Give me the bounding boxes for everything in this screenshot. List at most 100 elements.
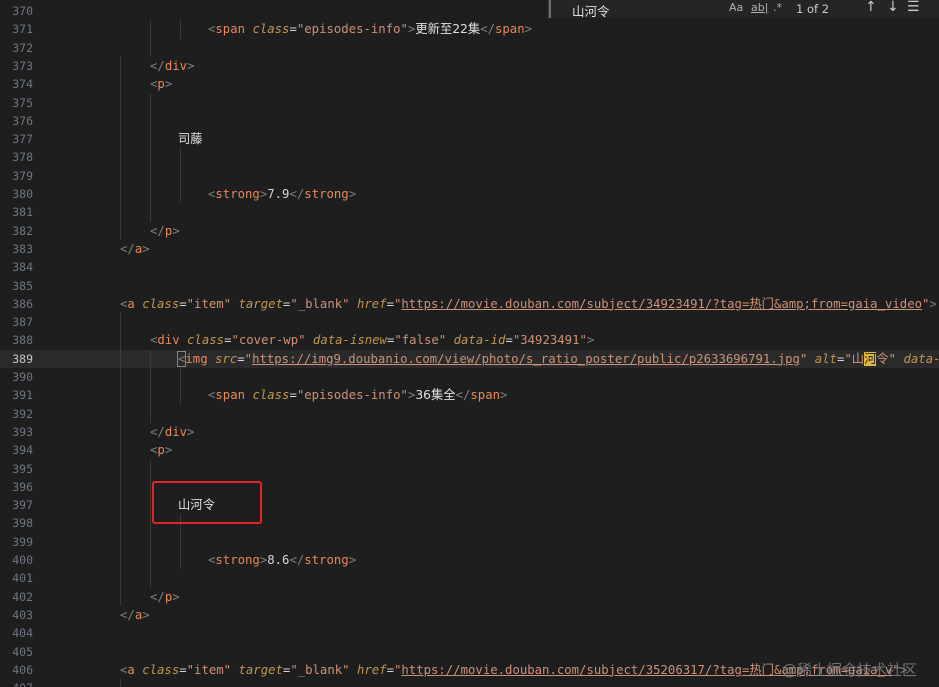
indent-guide xyxy=(150,532,151,551)
line-number[interactable]: 380 xyxy=(0,185,33,203)
line-number[interactable]: 378 xyxy=(0,148,33,166)
code-token: "山 xyxy=(844,351,865,366)
arrow-down-icon[interactable]: ↓ xyxy=(887,0,899,15)
code-line[interactable]: 383 </a> xyxy=(0,240,939,258)
code-line[interactable]: 381 xyxy=(0,203,939,222)
code-line[interactable]: 404 xyxy=(0,624,939,642)
line-number[interactable]: 397 xyxy=(0,496,33,514)
code-text: </div> xyxy=(150,423,194,441)
line-number[interactable]: 377 xyxy=(0,130,33,148)
code-line[interactable]: 398 xyxy=(0,514,939,533)
code-token: span xyxy=(215,22,246,37)
find-input[interactable]: 山河令 xyxy=(572,1,610,20)
line-number[interactable]: 405 xyxy=(0,643,33,661)
code-line[interactable]: 395 xyxy=(0,459,939,478)
code-line[interactable]: 399 xyxy=(0,532,939,551)
line-number[interactable]: 379 xyxy=(0,167,33,185)
line-number[interactable]: 383 xyxy=(0,240,33,258)
code-line[interactable]: 387 xyxy=(0,313,939,332)
code-token: = xyxy=(179,662,187,677)
code-line[interactable]: 402 </p> xyxy=(0,587,939,606)
code-line[interactable]: 378 xyxy=(0,148,939,167)
line-number[interactable]: 381 xyxy=(0,203,33,221)
line-number[interactable]: 398 xyxy=(0,514,33,532)
line-number[interactable]: 370 xyxy=(0,2,33,20)
line-number[interactable]: 388 xyxy=(0,331,33,349)
line-number[interactable]: 375 xyxy=(0,94,33,112)
code-token: strong xyxy=(215,187,260,201)
line-number[interactable]: 384 xyxy=(0,258,33,276)
line-number[interactable]: 403 xyxy=(0,606,33,624)
line-number[interactable]: 391 xyxy=(0,386,33,404)
indent-guide xyxy=(120,551,121,570)
line-number[interactable]: 394 xyxy=(0,441,33,459)
line-number[interactable]: 376 xyxy=(0,112,33,130)
indent-guide xyxy=(120,422,121,442)
code-token: href xyxy=(356,296,387,311)
line-number[interactable]: 385 xyxy=(0,277,33,295)
code-line[interactable]: 376 xyxy=(0,111,939,131)
line-number[interactable]: 406 xyxy=(0,661,33,679)
code-editor[interactable]: 370 371 <span class="episodes-info">更新至22集… xyxy=(0,0,939,687)
code-line[interactable]: 374 <p> xyxy=(0,75,939,94)
line-number[interactable]: 395 xyxy=(0,460,33,478)
match-case-toggle[interactable]: Aa xyxy=(729,1,743,14)
code-line[interactable]: 377 司藤 xyxy=(0,130,939,149)
line-number[interactable]: 390 xyxy=(0,368,33,386)
line-number[interactable]: 392 xyxy=(0,405,33,423)
line-number[interactable]: 407 xyxy=(0,679,33,687)
code-line[interactable]: 389 <img src="https://img9.doubanio.com/v… xyxy=(0,349,939,368)
indent-guide xyxy=(150,148,151,167)
line-number[interactable]: 389 xyxy=(0,350,33,368)
line-number[interactable]: 401 xyxy=(0,569,33,587)
code-token: " xyxy=(244,351,253,366)
whole-word-toggle[interactable]: ab| xyxy=(751,1,768,14)
code-line[interactable]: 384 xyxy=(0,258,939,276)
code-line[interactable]: 372 xyxy=(0,38,939,57)
line-number[interactable]: 372 xyxy=(0,39,33,57)
code-token: p xyxy=(157,77,165,92)
find-widget-resize-sash[interactable] xyxy=(549,0,551,18)
code-line[interactable]: 380 <strong>7.9</strong> xyxy=(0,185,939,204)
code-line[interactable]: 388 <div class="cover-wp" data-isnew="fal… xyxy=(0,331,939,350)
line-number[interactable]: 374 xyxy=(0,75,33,93)
line-number[interactable]: 399 xyxy=(0,533,33,551)
code-line[interactable]: 375 xyxy=(0,93,939,112)
line-number[interactable]: 373 xyxy=(0,57,33,75)
line-number[interactable]: 400 xyxy=(0,551,33,569)
line-number[interactable]: 402 xyxy=(0,588,33,606)
code-line[interactable]: 386 <a class="item" target="_blank" href=… xyxy=(0,295,939,313)
line-number[interactable]: 386 xyxy=(0,295,33,313)
code-token: > xyxy=(500,388,508,403)
search-match: 河 xyxy=(864,351,877,366)
indent-guide xyxy=(120,148,121,167)
line-number[interactable]: 393 xyxy=(0,423,33,441)
line-number[interactable]: 404 xyxy=(0,624,33,642)
code-line[interactable]: 394 <p> xyxy=(0,441,939,460)
code-line[interactable]: 382 </p> xyxy=(0,221,939,240)
code-line[interactable]: 379 xyxy=(0,166,939,185)
code-line[interactable]: 396 xyxy=(0,477,939,497)
code-line[interactable]: 371 <span class="episodes-info">更新至22集</s… xyxy=(0,20,939,39)
code-line[interactable]: 373 </div> xyxy=(0,56,939,76)
line-number[interactable]: 387 xyxy=(0,313,33,331)
line-number[interactable]: 371 xyxy=(0,20,33,38)
arrow-up-icon[interactable]: ↑ xyxy=(865,0,877,15)
code-line[interactable]: 407 xyxy=(0,679,939,687)
code-line[interactable]: 393 </div> xyxy=(0,422,939,442)
code-line[interactable]: 400 <strong>8.6</strong> xyxy=(0,551,939,570)
regex-toggle[interactable]: .* xyxy=(773,1,782,14)
code-line[interactable]: 397 山河令 xyxy=(0,496,939,515)
line-number[interactable]: 396 xyxy=(0,478,33,496)
code-token: > xyxy=(187,424,195,439)
code-line[interactable]: 385 xyxy=(0,277,939,295)
code-line[interactable]: 390 xyxy=(0,368,939,387)
line-number[interactable]: 382 xyxy=(0,222,33,240)
code-line[interactable]: 392 xyxy=(0,404,939,423)
code-token: > xyxy=(929,296,937,311)
find-in-selection-icon[interactable]: ☰ xyxy=(907,0,920,15)
code-line[interactable]: 401 xyxy=(0,569,939,588)
code-line[interactable]: 403 </a> xyxy=(0,606,939,624)
code-line[interactable]: 391 <span class="episodes-info">36集全</spa… xyxy=(0,386,939,405)
